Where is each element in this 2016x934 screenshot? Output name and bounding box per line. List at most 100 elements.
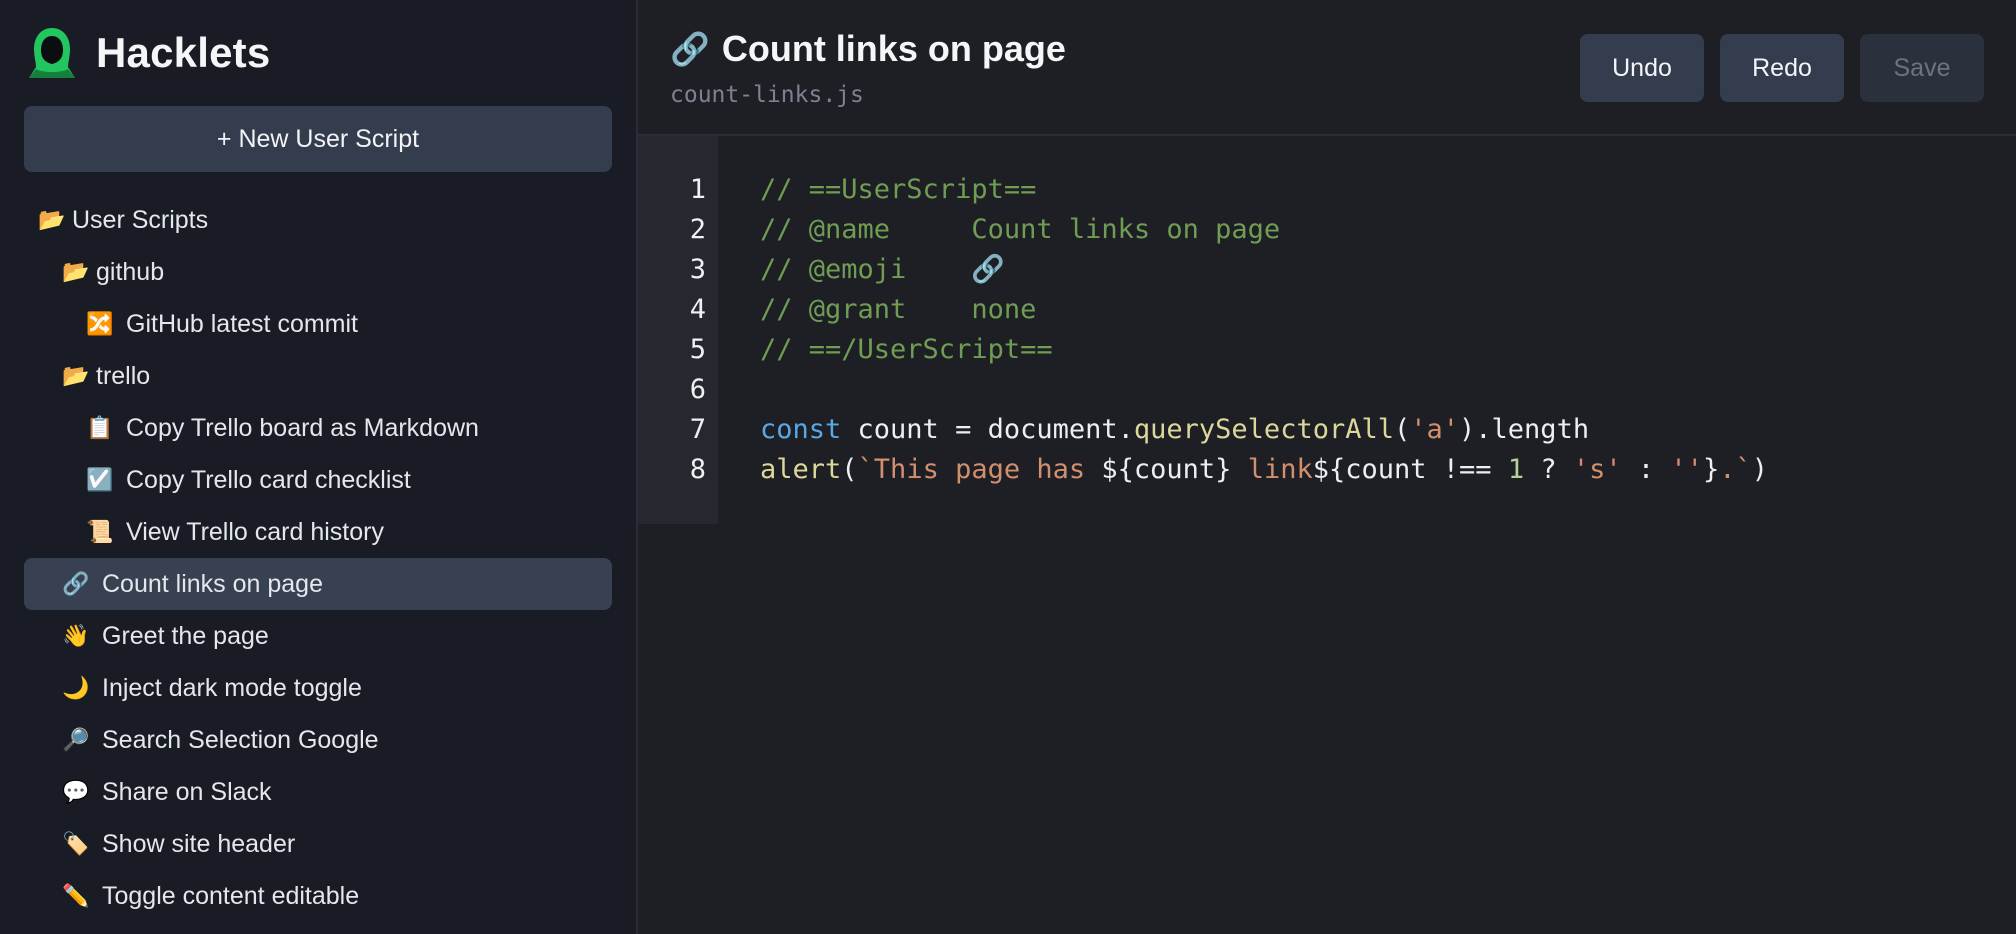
waving-hand-icon: 👋: [62, 623, 90, 648]
magnifier-icon: 🔎: [62, 727, 90, 752]
script-label: Toggle content editable: [102, 881, 360, 910]
open-folder-icon: 📂: [62, 363, 90, 388]
line-number: 7: [689, 414, 706, 445]
script-label: Count links on page: [102, 569, 323, 598]
link-icon: 🔗: [62, 571, 90, 596]
folder-label: github: [96, 257, 165, 286]
hooded-figure-logo-icon: [29, 28, 75, 78]
code-token: alert: [760, 454, 842, 485]
script-item-toggle-editable[interactable]: ✏️ Toggle content editable: [24, 870, 612, 922]
undo-button[interactable]: Undo: [1580, 34, 1704, 102]
code-token: 'a': [1410, 414, 1460, 445]
script-item-show-site-header[interactable]: 🏷️ Show site header: [24, 818, 612, 870]
code-token: // @name Count links on page: [760, 214, 1281, 245]
script-item-copy-trello-checklist[interactable]: ☑️ Copy Trello card checklist: [24, 454, 612, 506]
save-button[interactable]: Save: [1860, 34, 1984, 102]
code-token: .`: [1719, 454, 1752, 485]
script-title: Count links on page: [721, 28, 1066, 69]
code-token: const: [760, 414, 842, 445]
script-item-greet-page[interactable]: 👋 Greet the page: [24, 610, 612, 662]
line-number: 2: [689, 214, 706, 245]
code-token: ?: [1524, 454, 1573, 485]
line-number: 3: [689, 254, 706, 285]
code-token: (: [841, 454, 858, 485]
script-label: Inject dark mode toggle: [102, 673, 362, 702]
code-line: alert(`This page has ${count} link${coun…: [760, 450, 1768, 490]
code-line: // ==UserScript==: [760, 170, 1768, 210]
title-row: 🔗 Count links on page: [670, 28, 1066, 70]
clipboard-icon: 📋: [86, 415, 114, 440]
script-label: View Trello card history: [126, 517, 384, 546]
folder-label: trello: [96, 361, 151, 390]
code-token: (: [1393, 414, 1411, 445]
line-number: 6: [689, 374, 706, 405]
code-token: // @grant none: [760, 294, 1037, 325]
code-token: 1: [1507, 454, 1525, 485]
line-number-gutter: 1 2 3 4 5 6 7 8: [638, 136, 718, 524]
code-token: ).length: [1459, 414, 1590, 445]
script-label: GitHub latest commit: [126, 309, 359, 338]
scroll-icon: 📜: [86, 519, 114, 544]
sidebar: Hacklets + New User Script 📂 User Script…: [0, 0, 638, 934]
code-token: 's': [1572, 454, 1622, 485]
code-token: // ==/UserScript==: [760, 334, 1053, 365]
script-label: Show site header: [102, 829, 296, 858]
code-token: ): [1751, 454, 1768, 485]
code-token: querySelectorAll: [1133, 414, 1394, 445]
folder-trello[interactable]: 📂 trello: [24, 350, 612, 402]
editor-actions: Undo Redo Save: [1580, 34, 1984, 102]
code-line: // @emoji 🔗: [760, 250, 1768, 290]
app-window: Hacklets + New User Script 📂 User Script…: [0, 0, 2016, 934]
script-filename: count-links.js: [670, 82, 864, 108]
folder-label: User Scripts: [72, 205, 209, 234]
code-token: ${count}: [1101, 454, 1248, 485]
code-token: count = document.: [841, 414, 1134, 445]
code-token: }: [1702, 454, 1720, 485]
script-label: Search Selection Google: [102, 725, 379, 754]
script-item-count-links[interactable]: 🔗 Count links on page: [24, 558, 612, 610]
script-item-share-slack[interactable]: 💬 Share on Slack: [24, 766, 612, 818]
code-area[interactable]: // ==UserScript== // @name Count links on…: [718, 136, 1768, 524]
redo-button[interactable]: Redo: [1720, 34, 1844, 102]
open-folder-icon: 📂: [62, 259, 90, 284]
code-line: // @grant none: [760, 290, 1768, 330]
script-item-github-latest-commit[interactable]: 🔀 GitHub latest commit: [24, 298, 612, 350]
code-token: // @emoji 🔗: [760, 254, 1005, 285]
line-number: 4: [689, 294, 706, 325]
brand: Hacklets: [24, 0, 612, 106]
shuffle-icon: 🔀: [86, 311, 114, 336]
link-icon: 🔗: [670, 31, 710, 67]
script-tree: 📂 User Scripts 📂 github 🔀 GitHub latest …: [24, 194, 612, 922]
code-token: link: [1247, 454, 1313, 485]
line-number: 5: [689, 334, 706, 365]
code-token: '': [1670, 454, 1703, 485]
brand-name: Hacklets: [96, 29, 271, 76]
script-label: Greet the page: [102, 621, 269, 650]
code-editor[interactable]: 1 2 3 4 5 6 7 8 // ==UserScript== // @name Count…: [638, 136, 2016, 524]
checkbox-icon: ☑️: [86, 467, 114, 492]
script-item-copy-trello-board[interactable]: 📋 Copy Trello board as Markdown: [24, 402, 612, 454]
code-line: // ==/UserScript==: [760, 330, 1768, 370]
pencil-icon: ✏️: [62, 883, 90, 908]
code-token: ${count !==: [1312, 454, 1508, 485]
folder-user-scripts[interactable]: 📂 User Scripts: [24, 194, 612, 246]
script-item-view-trello-history[interactable]: 📜 View Trello card history: [24, 506, 612, 558]
script-item-dark-mode-toggle[interactable]: 🌙 Inject dark mode toggle: [24, 662, 612, 714]
line-number: 8: [689, 454, 706, 485]
script-editor-panel: 🔗 Count links on page count-links.js Und…: [638, 0, 2016, 934]
code-line: const count = document.querySelectorAll(…: [760, 410, 1768, 450]
open-folder-icon: 📂: [38, 207, 66, 232]
code-token: `This page has: [857, 454, 1102, 485]
script-label: Copy Trello board as Markdown: [126, 413, 479, 442]
script-label: Copy Trello card checklist: [126, 465, 411, 494]
script-label: Share on Slack: [102, 777, 272, 806]
new-user-script-button[interactable]: + New User Script: [24, 106, 612, 172]
code-token: :: [1621, 454, 1671, 485]
folder-github[interactable]: 📂 github: [24, 246, 612, 298]
editor-header: 🔗 Count links on page count-links.js Und…: [638, 0, 2016, 136]
line-number: 1: [689, 174, 706, 205]
code-line: // @name Count links on page: [760, 210, 1768, 250]
code-token: // ==UserScript==: [760, 174, 1037, 205]
script-item-search-selection[interactable]: 🔎 Search Selection Google: [24, 714, 612, 766]
speech-bubble-icon: 💬: [62, 779, 90, 804]
